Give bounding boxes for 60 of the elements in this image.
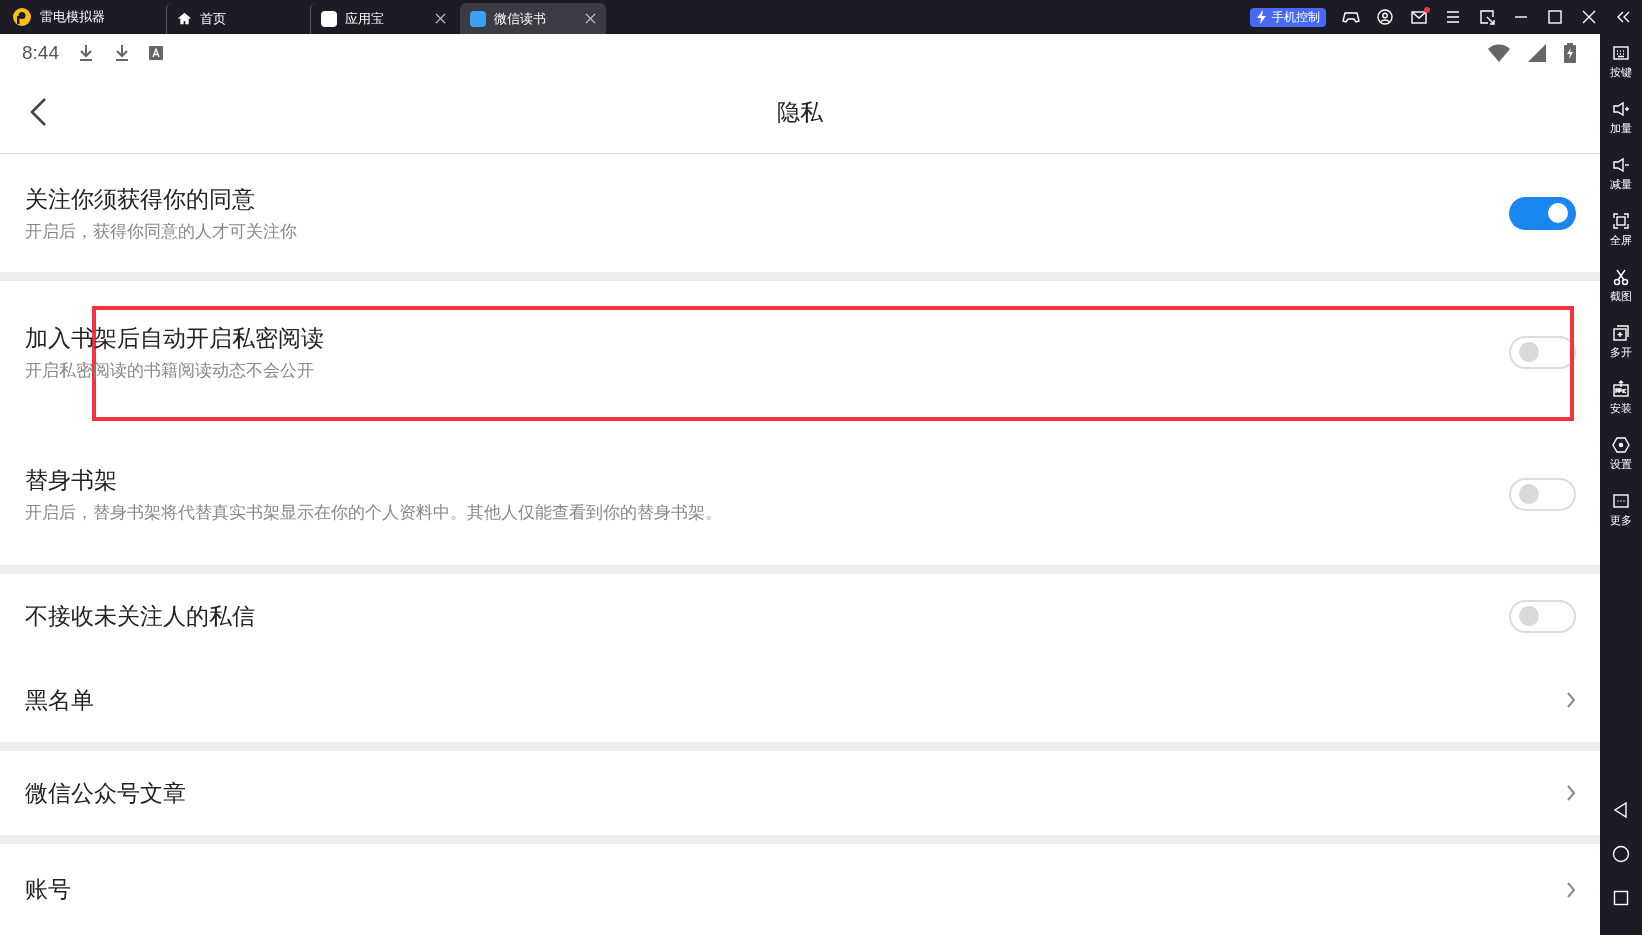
battery-charging-icon — [1564, 42, 1576, 63]
nav-recents-icon[interactable] — [1612, 889, 1630, 907]
toggle-switch[interactable] — [1509, 196, 1576, 230]
sidebar-label[interactable]: 加量 — [1610, 121, 1632, 136]
phone-control-button[interactable]: 手机控制 — [1250, 7, 1326, 27]
download-icon — [113, 43, 131, 62]
app-name: 雷电模拟器 — [40, 8, 105, 26]
close-icon[interactable] — [1580, 8, 1598, 26]
sidebar-label[interactable]: 更多 — [1610, 513, 1632, 528]
setting-title: 微信公众号文章 — [25, 778, 187, 808]
setting-description: 开启后，替身书架将代替真实书架显示在你的个人资料中。其他人仅能查看到你的替身书架。 — [25, 501, 723, 523]
more-icon[interactable] — [1612, 492, 1630, 510]
setting-title: 不接收未关注人的私信 — [25, 601, 256, 631]
sidebar-label[interactable]: 安装 — [1610, 401, 1632, 416]
download-icon — [77, 43, 95, 62]
page-title: 隐私 — [777, 97, 823, 127]
scissors-icon[interactable] — [1612, 268, 1630, 286]
wifi-icon — [1488, 43, 1510, 62]
sidebar-label[interactable]: 多开 — [1610, 345, 1632, 360]
setting-description: 开启后，获得你同意的人才可关注你 — [25, 220, 298, 242]
browser-tab[interactable]: 微信读书 — [460, 3, 606, 34]
font-notification-icon — [149, 45, 163, 60]
setting-title: 关注你须获得你的同意 — [25, 184, 256, 214]
sidebar-label[interactable]: 按键 — [1610, 65, 1632, 80]
multi-window-icon[interactable] — [1612, 324, 1630, 342]
apk-install-icon[interactable] — [1612, 380, 1630, 398]
user-icon[interactable] — [1376, 8, 1394, 26]
app-icon — [321, 10, 337, 27]
nav-back-icon[interactable] — [1612, 801, 1630, 819]
toggle-switch[interactable] — [1509, 477, 1576, 511]
toggle-switch[interactable] — [1509, 599, 1576, 633]
toggle-switch[interactable] — [1509, 335, 1576, 369]
volume-down-icon[interactable] — [1612, 156, 1630, 174]
chevron-right-icon[interactable] — [1566, 784, 1576, 802]
settings-icon[interactable] — [1612, 436, 1630, 454]
nav-home-icon[interactable] — [1612, 845, 1630, 863]
window-resize-icon[interactable] — [1478, 8, 1496, 26]
maximize-icon[interactable] — [1546, 8, 1564, 26]
home-icon — [177, 11, 192, 26]
volume-up-icon[interactable] — [1612, 100, 1630, 118]
menu-icon[interactable] — [1444, 8, 1462, 26]
cell-signal-icon — [1528, 43, 1546, 62]
setting-title: 黑名单 — [25, 685, 95, 715]
lightning-icon — [1256, 10, 1268, 24]
close-icon[interactable] — [585, 13, 596, 24]
sidebar-label[interactable]: 设置 — [1610, 457, 1632, 472]
sidebar-label[interactable]: 全屏 — [1610, 233, 1632, 248]
chevron-right-icon[interactable] — [1566, 691, 1576, 709]
fullscreen-icon[interactable] — [1612, 212, 1630, 230]
app-icon — [470, 10, 486, 27]
setting-title: 替身书架 — [25, 465, 118, 495]
sidebar-label[interactable]: 截图 — [1610, 289, 1632, 304]
mail-icon[interactable] — [1410, 8, 1428, 26]
status-time: 8:44 — [22, 41, 59, 64]
close-icon[interactable] — [435, 13, 446, 24]
keyboard-icon[interactable] — [1612, 44, 1630, 62]
setting-title: 账号 — [25, 875, 72, 904]
chevron-right-icon[interactable] — [1566, 880, 1576, 899]
sidebar-label[interactable]: 减量 — [1610, 177, 1632, 192]
app-logo-icon — [12, 7, 32, 27]
